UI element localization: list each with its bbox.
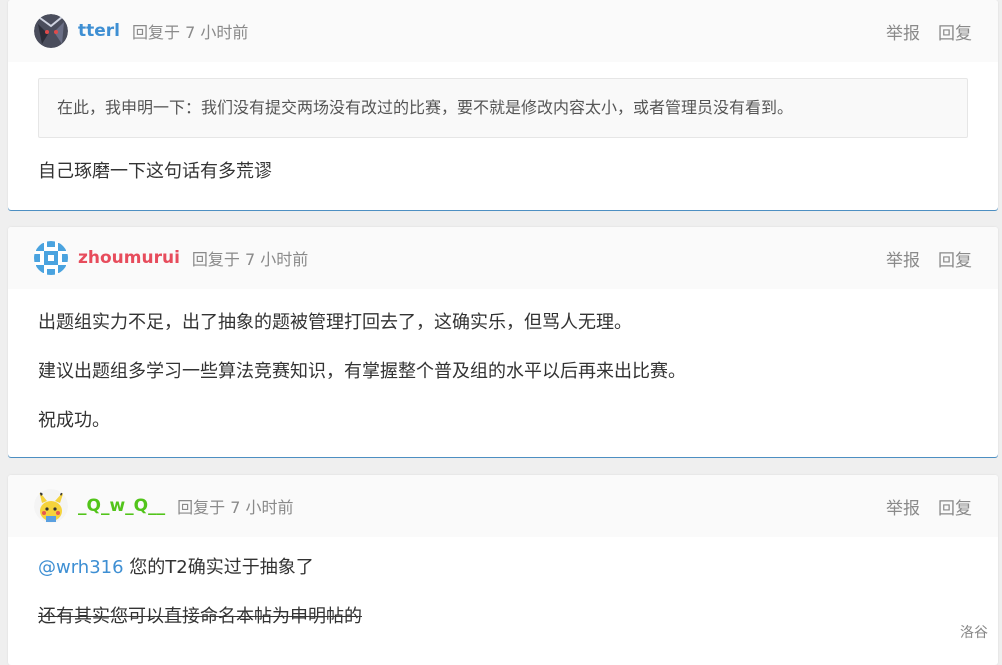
username[interactable]: _Q_w_Q__ xyxy=(78,496,165,516)
reply-header: tterl 回复于 7 小时前 举报 回复 xyxy=(8,0,998,62)
user-mention-link[interactable]: @wrh316 xyxy=(38,557,124,578)
user-avatar-icon[interactable] xyxy=(34,241,68,275)
reply-actions: 举报 回复 xyxy=(886,475,972,537)
site-watermark: 洛谷 xyxy=(960,625,988,641)
reply-button[interactable]: 回复 xyxy=(938,19,972,44)
reply-button[interactable]: 回复 xyxy=(938,246,972,271)
reply-time: 回复于 7 小时前 xyxy=(191,250,309,269)
reply-card-zhoumurui: zhoumurui 回复于 7 小时前 举报 回复 出题组实力不足，出了抽象的题… xyxy=(8,227,998,457)
reply-actions: 举报 回复 xyxy=(886,0,972,62)
reply-button[interactable]: 回复 xyxy=(938,494,972,519)
reply-paragraph: 祝成功。 xyxy=(38,410,110,431)
reply-paragraph: @wrh316 您的T2确实过于抽象了 xyxy=(38,554,968,581)
reply-card-qwq: _Q_w_Q__ 回复于 7 小时前 举报 回复 @wrh316 您的T2确实过… xyxy=(8,475,998,665)
reply-time: 回复于 7 小时前 xyxy=(132,23,249,42)
user-avatar-icon[interactable] xyxy=(34,14,68,48)
reply-body: 在此，我申明一下：我们没有提交两场没有改过的比赛，要不就是修改内容太小，或者管理… xyxy=(8,78,998,185)
report-button[interactable]: 举报 xyxy=(886,19,920,44)
page: { "posts": [ { "username": "tterl", "use… xyxy=(0,0,1002,665)
reply-header: _Q_w_Q__ 回复于 7 小时前 举报 回复 xyxy=(8,475,998,537)
username[interactable]: zhoumurui xyxy=(78,248,180,268)
reply-body: 出题组实力不足，出了抽象的题被管理打回去了，这确实乐，但骂人无理。 建议出题组多… xyxy=(8,289,998,434)
user-avatar-icon[interactable] xyxy=(34,489,68,523)
reply-paragraph: 出题组实力不足，出了抽象的题被管理打回去了，这确实乐，但骂人无理。 xyxy=(38,312,632,333)
reply-paragraph: 自己琢磨一下这句话有多荒谬 xyxy=(38,161,272,182)
quote-block: 在此，我申明一下：我们没有提交两场没有改过的比赛，要不就是修改内容太小，或者管理… xyxy=(38,78,968,138)
reply-time: 回复于 7 小时前 xyxy=(177,498,294,517)
reply-header: zhoumurui 回复于 7 小时前 举报 回复 xyxy=(8,227,998,289)
reply-actions: 举报 回复 xyxy=(886,227,972,289)
reply-card-tterl: tterl 回复于 7 小时前 举报 回复 在此，我申明一下：我们没有提交两场没… xyxy=(8,0,998,210)
username[interactable]: tterl xyxy=(78,21,120,41)
reply-text: 您的T2确实过于抽象了 xyxy=(123,557,314,578)
reply-paragraph: 建议出题组多学习一些算法竞赛知识，有掌握整个普及组的水平以后再来出比赛。 xyxy=(38,361,686,382)
report-button[interactable]: 举报 xyxy=(886,246,920,271)
reply-body: @wrh316 您的T2确实过于抽象了 还有其实您可以直接命名本帖为申明帖的 xyxy=(8,537,998,630)
strikethrough-paragraph: 还有其实您可以直接命名本帖为申明帖的 xyxy=(38,606,362,627)
report-button[interactable]: 举报 xyxy=(886,494,920,519)
